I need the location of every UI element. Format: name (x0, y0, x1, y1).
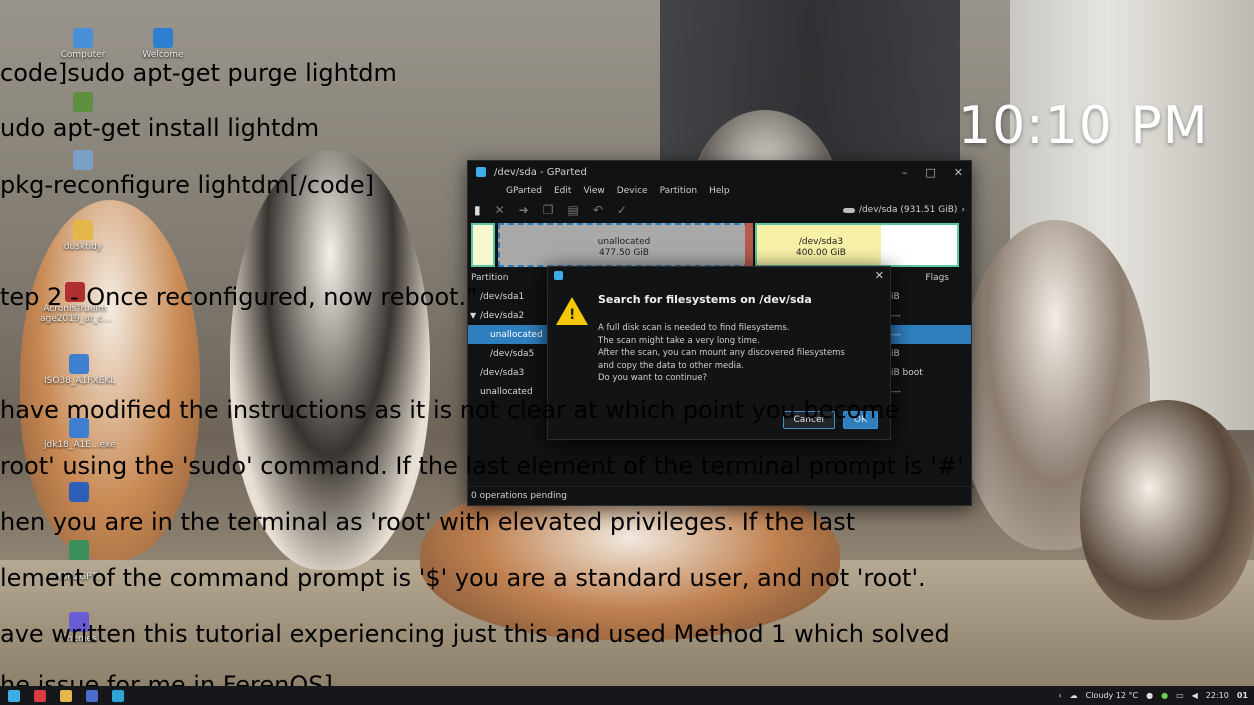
puppy-image (1080, 400, 1254, 620)
segment-size: 400.00 GiB (795, 248, 846, 258)
taskbar-time[interactable]: 22:10 (1206, 691, 1229, 700)
desktop-clock: 10:10 PM (958, 96, 1209, 156)
delete-icon[interactable]: ✕ (495, 203, 505, 217)
computer-icon (73, 28, 93, 48)
weather-icon: ☁ (1069, 691, 1078, 700)
menu-partition[interactable]: Partition (660, 186, 698, 196)
close-icon[interactable]: ✕ (875, 269, 884, 282)
partition-flags: iB boot (891, 367, 923, 378)
paste-icon[interactable]: ▤ (568, 203, 579, 217)
partition-segment-sda5[interactable] (745, 223, 753, 267)
maximize-icon[interactable]: □ (925, 166, 935, 179)
copy-icon[interactable]: ❐ (543, 203, 554, 217)
partition-segment-sda3[interactable]: /dev/sda3 400.00 GiB (755, 223, 959, 267)
overlay-line: ave written this tutorial experiencing j… (0, 620, 950, 648)
window-title: /dev/sda - GParted (494, 166, 587, 178)
menu-device[interactable]: Device (617, 186, 648, 196)
app-launcher-icon[interactable] (8, 689, 20, 702)
dialog-heading: Search for filesystems on /dev/sda (598, 293, 812, 306)
device-selector[interactable]: /dev/sda (931.51 GiB) › (842, 205, 965, 215)
warning-mark: ! (569, 307, 576, 323)
desktop-icon-dusktidy[interactable]: dusktidy (48, 220, 118, 252)
browser-icon[interactable] (34, 689, 46, 702)
windows-icon (69, 354, 89, 374)
close-icon[interactable]: ✕ (954, 166, 963, 179)
weather-label[interactable]: Cloudy 12 °C (1086, 691, 1138, 700)
files-icon[interactable] (60, 689, 72, 702)
menu-view[interactable]: View (583, 186, 604, 196)
menu-help[interactable]: Help (709, 186, 730, 196)
taskbar-apps (0, 689, 124, 702)
partition-flags: --- (891, 310, 901, 321)
menu-bar: GParted Edit View Device Partition Help (468, 183, 971, 199)
taskbar: ‹ ☁ Cloudy 12 °C ● ● ▭ ◀ 22:10 01 (0, 686, 1254, 705)
segment-name: /dev/sda3 (798, 237, 844, 247)
dialog-line: Do you want to continue? (598, 373, 708, 384)
dialog-line: A full disk scan is needed to find files… (598, 323, 790, 333)
notification-badge[interactable]: 01 (1237, 691, 1248, 700)
undo-icon[interactable]: ↶ (593, 203, 603, 217)
overlay-line: tep 2 - Once reconfigured, now reboot." (0, 283, 478, 311)
network-icon[interactable]: ▭ (1176, 691, 1184, 700)
minimize-icon[interactable]: – (902, 166, 908, 179)
overlay-line: pkg-reconfigure lightdm[/code] (0, 171, 375, 199)
dialog-line: After the scan, you can mount any discov… (598, 348, 845, 359)
column-flags[interactable]: Flags (925, 273, 949, 283)
partition-flags: iB (891, 291, 900, 302)
toolbar: ▮ ✕ ➜ ❐ ▤ ↶ ✓ /dev/sda (931.51 GiB) › (468, 199, 971, 221)
chevron-left-icon[interactable]: ‹ (1058, 691, 1061, 700)
resize-icon[interactable]: ➜ (519, 203, 529, 217)
chevron-right-icon: › (961, 205, 965, 215)
partition-flags: --- (891, 329, 901, 340)
settings-icon[interactable] (86, 689, 98, 702)
bird-icon (153, 28, 173, 48)
shield-icon[interactable]: ● (1161, 691, 1168, 700)
partition-map: unallocated 477.50 GiB /dev/sda3 400.00 … (471, 223, 965, 267)
partition-segment-sda1[interactable] (471, 223, 495, 267)
overlay-line: lement of the command prompt is '$' you … (0, 564, 926, 592)
overlay-line: code]sudo apt-get purge lightdm (0, 59, 397, 87)
volume-icon[interactable]: ◀ (1192, 691, 1198, 700)
desktop-icon-label: dusktidy (63, 242, 103, 252)
dialog-titlebar[interactable]: ✕ (548, 267, 890, 283)
partition-segment-unallocated[interactable]: unallocated 477.50 GiB (498, 223, 750, 267)
desktop-icon-label: ISO38_A1FXEKL (44, 376, 116, 386)
apply-icon[interactable]: ✓ (617, 203, 627, 217)
dialog-line: The scan might take a very long time. (598, 335, 760, 346)
store-icon[interactable] (112, 689, 124, 702)
dialog-line: and copy the data to other media. (598, 360, 744, 371)
dialog-message: A full disk scan is needed to find files… (598, 322, 883, 385)
disk-icon (842, 207, 855, 213)
device-label: /dev/sda (931.51 GiB) (858, 205, 958, 215)
window-titlebar[interactable]: /dev/sda - GParted – □ ✕ (468, 161, 971, 183)
overlay-line: have modified the instructions as it is … (0, 396, 900, 424)
system-tray: ‹ ☁ Cloudy 12 °C ● ● ▭ ◀ 22:10 01 (1058, 691, 1254, 700)
partition-flags: iB (891, 348, 900, 359)
new-partition-icon[interactable]: ▮ (474, 203, 481, 217)
segment-name: unallocated (597, 237, 651, 247)
gparted-app-icon (554, 270, 563, 280)
desktop-icon-iso[interactable]: ISO38_A1FXEKL (44, 354, 116, 386)
segment-size: 477.50 GiB (598, 248, 649, 258)
overlay-line: udo apt-get install lightdm (0, 114, 320, 142)
document-icon (69, 540, 89, 560)
notification-icon[interactable]: ● (1146, 691, 1153, 700)
partition-flags: --- (891, 386, 901, 397)
overlay-line: hen you are in the terminal as 'root' wi… (0, 508, 856, 536)
overlay-line: root' using the 'sudo' command. If the l… (0, 452, 964, 480)
gparted-app-icon (476, 167, 486, 177)
menu-edit[interactable]: Edit (554, 186, 571, 196)
folder-icon (73, 220, 93, 240)
menu-gparted[interactable]: GParted (506, 186, 542, 196)
